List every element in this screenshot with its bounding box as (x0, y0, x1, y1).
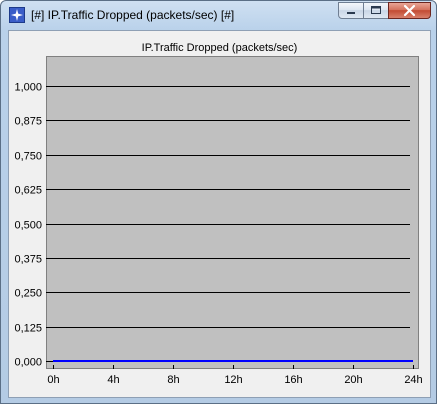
x-tick-label: 12h (224, 374, 242, 386)
y-tick-label: 0,250 (14, 288, 42, 300)
y-tick-label: 0,500 (14, 220, 42, 232)
line-chart: 1,000 0,875 0,750 0,625 0,500 0,375 0,250 0,125… (14, 56, 423, 386)
maximize-icon (371, 6, 381, 14)
chart-window: [#] IP.Traffic Dropped (packets/sec) [#] (0, 0, 437, 404)
close-button[interactable] (388, 2, 431, 19)
y-tick-label: 1,000 (14, 82, 42, 94)
star-app-icon[interactable] (9, 7, 25, 23)
x-tick-label: 0h (47, 374, 59, 386)
caption-buttons (338, 2, 431, 21)
x-tick-label: 20h (344, 374, 362, 386)
close-icon (403, 4, 416, 17)
x-tick-label: 8h (167, 374, 179, 386)
x-tick-label: 24h (404, 374, 422, 386)
y-tick-label: 0,375 (14, 254, 42, 266)
y-tick-label: 0,875 (14, 116, 42, 128)
y-tick-label: 0,125 (14, 323, 42, 335)
x-tick-label: 4h (107, 374, 119, 386)
window-title: [#] IP.Traffic Dropped (packets/sec) [#] (31, 8, 235, 22)
y-tick-label: 0,625 (14, 185, 42, 197)
title-bar[interactable]: [#] IP.Traffic Dropped (packets/sec) [#] (1, 1, 436, 29)
plot-area (46, 56, 419, 369)
minimize-icon (347, 12, 355, 14)
minimize-button[interactable] (338, 2, 364, 19)
y-tick-label: 0,750 (14, 151, 42, 163)
x-tick-label: 16h (284, 374, 302, 386)
maximize-button[interactable] (363, 2, 389, 19)
y-tick-label: 0,000 (14, 357, 42, 369)
chart-panel: IP.Traffic Dropped (packets/sec) 1,000 0,… (8, 30, 431, 398)
